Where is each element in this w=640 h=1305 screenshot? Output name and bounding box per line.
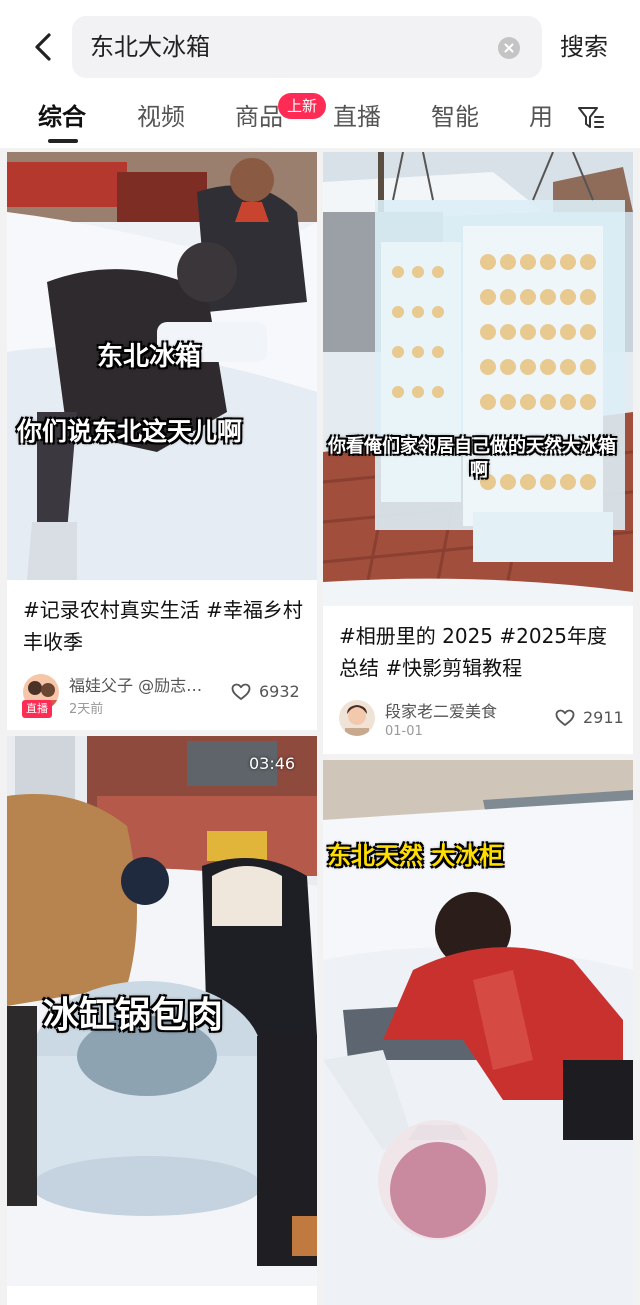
like-number: 2911 [583, 708, 624, 727]
author-name[interactable]: 福娃父子 @励志… [69, 672, 219, 696]
video-caption: #记录农村真实生活 #幸福乡村丰收季 [23, 598, 303, 654]
like-number: 6932 [259, 682, 300, 701]
search-query: 东北大冰箱 [90, 33, 210, 61]
avatar[interactable] [339, 700, 375, 736]
video-thumbnail[interactable] [323, 152, 633, 606]
video-overlay-caption: 你们说东北这天儿啊 [17, 417, 243, 446]
clear-icon[interactable] [498, 37, 520, 59]
video-card[interactable]: 东北冰箱 你们说东北这天儿啊 #记录农村真实生活 #幸福乡村丰收季 直播 福娃父… [7, 152, 317, 730]
tab-live[interactable]: 直播 [333, 100, 381, 134]
video-duration: 03:46 [249, 754, 296, 773]
post-date: 01-01 [385, 724, 423, 739]
video-overlay-caption: 啊 [470, 460, 488, 481]
video-card[interactable]: 你看俺们家邻居自己做的天然大冰箱 啊 #相册里的 2025 #2025年度总结 … [323, 152, 633, 754]
post-date: 2天前 [69, 702, 104, 717]
search-button[interactable]: 搜索 [560, 28, 608, 66]
active-tab-indicator [48, 139, 78, 143]
video-caption: #相册里的 2025 #2025年度总结 #快影剪辑教程 [339, 624, 608, 680]
top-bar: 东北大冰箱 搜索 [0, 0, 640, 92]
filter-icon[interactable] [576, 103, 606, 133]
live-badge: 直播 [22, 700, 52, 718]
tab-video[interactable]: 视频 [137, 100, 185, 134]
heart-icon [555, 709, 575, 726]
video-overlay-caption: 东北冰箱 [97, 342, 202, 372]
heart-icon [231, 683, 251, 700]
like-count[interactable]: 2911 [555, 708, 624, 727]
tab-products[interactable]: 商品 [235, 100, 283, 134]
author-name[interactable]: 段家老二爱美食 [385, 698, 545, 722]
video-overlay-caption: 冰缸锅包肉 [43, 995, 224, 1036]
tab-comprehensive[interactable]: 综合 [38, 100, 86, 134]
video-overlay-caption: 东北天然 大冰柜 [327, 842, 504, 870]
video-card[interactable]: 03:46 冰缸锅包肉 [7, 736, 317, 1305]
video-overlay-caption: 你看俺们家邻居自己做的天然大冰箱 [328, 436, 616, 457]
video-card[interactable]: 东北天然 大冰柜 [323, 760, 633, 1305]
tab-smart[interactable]: 智能 [431, 100, 479, 134]
new-badge: 上新 [278, 93, 327, 119]
back-arrow-icon[interactable] [24, 28, 62, 66]
tab-users[interactable]: 用 [529, 100, 553, 134]
search-input[interactable]: 东北大冰箱 [72, 16, 542, 78]
like-count[interactable]: 6932 [231, 682, 300, 701]
